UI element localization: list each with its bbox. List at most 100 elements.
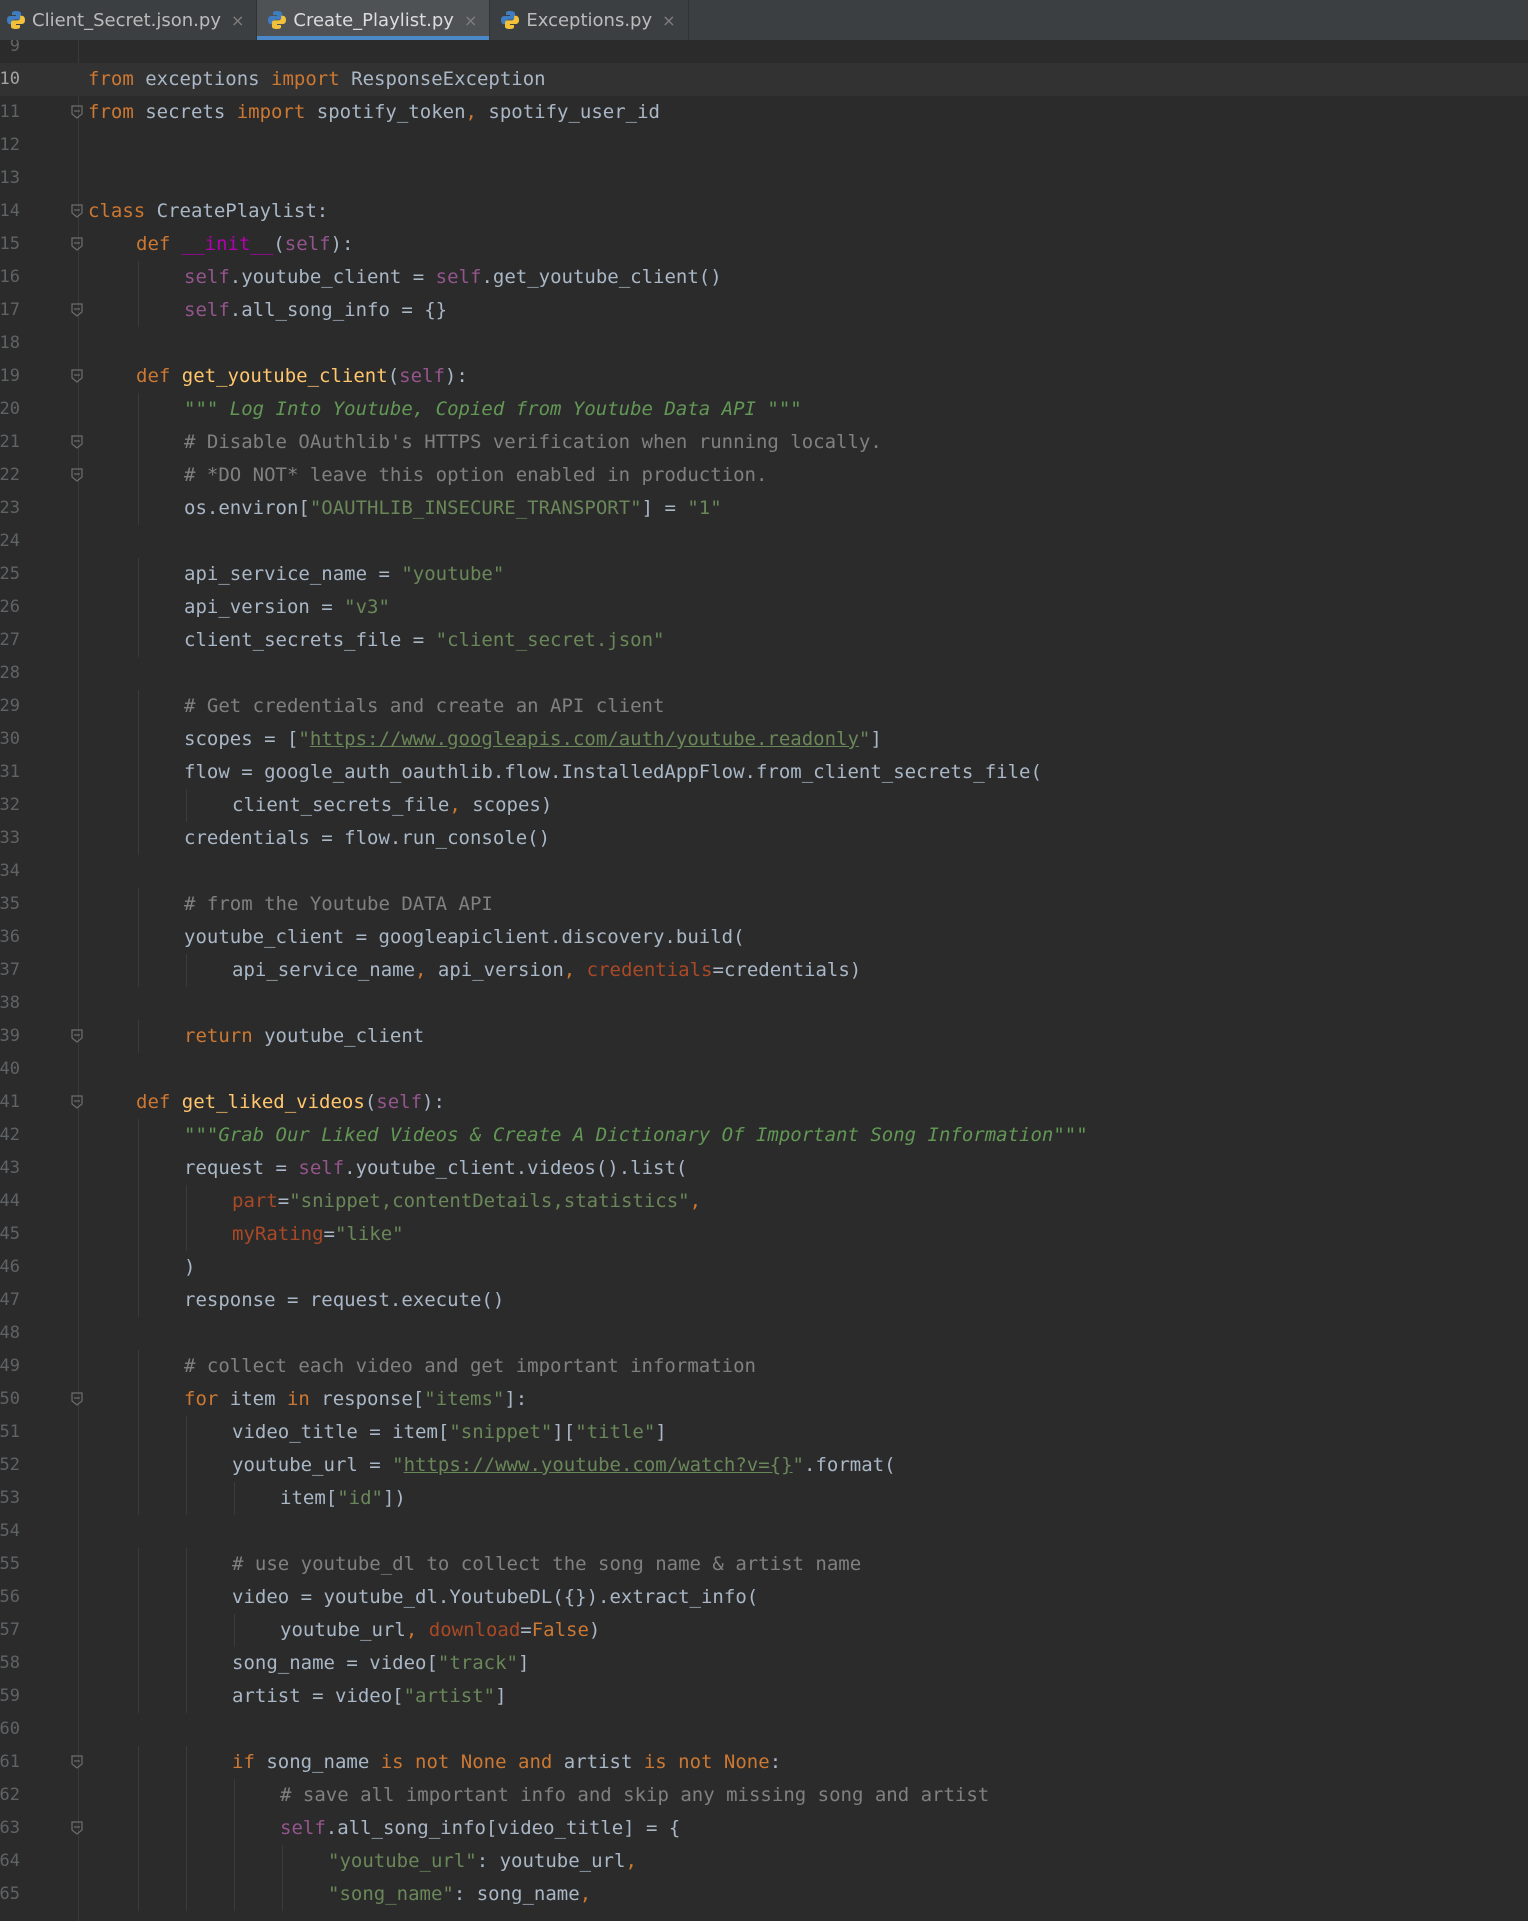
code-token: = [323, 1223, 335, 1245]
code-line[interactable]: 52 youtube_url = "https://www.youtube.com… [0, 1449, 1528, 1482]
indent-guide [138, 492, 139, 525]
code-token: "OAUTHLIB_INSECURE_TRANSPORT" [309, 497, 642, 519]
tab-create-playlist-py[interactable]: Create_Playlist.py × [257, 0, 491, 40]
code-line[interactable]: 37 api_service_name, api_version, credent… [0, 954, 1528, 987]
code-line[interactable]: 51 video_title = item["snippet"]["title"] [0, 1416, 1528, 1449]
code-line[interactable]: 60 [0, 1713, 1528, 1746]
code-line[interactable]: 24 [0, 525, 1528, 558]
fold-marker-icon[interactable] [71, 204, 83, 218]
code-line[interactable]: 55 # use youtube_dl to collect the song n… [0, 1548, 1528, 1581]
fold-marker-icon[interactable] [71, 435, 83, 449]
code-line[interactable]: 38 [0, 987, 1528, 1020]
code-line[interactable]: 25 api_service_name = "youtube" [0, 558, 1528, 591]
code-line[interactable]: 46) [0, 1251, 1528, 1284]
line-number: 10 [0, 69, 20, 89]
fold-marker-icon[interactable] [71, 303, 83, 317]
code-text: # from the Youtube DATA API [184, 888, 493, 921]
code-line[interactable]: 63 self.all_song_info[video_title] = { [0, 1812, 1528, 1845]
fold-marker-icon[interactable] [71, 1821, 83, 1835]
code-token: is not None and [380, 1751, 553, 1773]
code-line[interactable]: 41 def get_liked_videos(self): [0, 1086, 1528, 1119]
code-line[interactable]: 9 [0, 40, 1528, 63]
code-line[interactable]: 56 video = youtube_dl.YoutubeDL({}).extra… [0, 1581, 1528, 1614]
code-line[interactable]: 50 for item in response["items"]: [0, 1383, 1528, 1416]
code-line[interactable]: 22 # *DO NOT* leave this option enabled i… [0, 459, 1528, 492]
code-line[interactable]: 35 # from the Youtube DATA API [0, 888, 1528, 921]
close-icon[interactable]: × [231, 11, 244, 30]
code-text: song_name = video["track"] [232, 1647, 529, 1680]
code-line[interactable]: 47 response = request.execute() [0, 1284, 1528, 1317]
code-line[interactable]: 57 youtube_url, download=False) [0, 1614, 1528, 1647]
code-line[interactable]: 53 item["id"]) [0, 1482, 1528, 1515]
close-icon[interactable]: × [464, 11, 477, 30]
code-line[interactable]: 16 self.youtube_client = self.get_youtube… [0, 261, 1528, 294]
code-token: # use youtube_dl to collect the song nam… [232, 1553, 862, 1575]
code-line[interactable]: 48 [0, 1317, 1528, 1350]
code-line[interactable]: 28 [0, 657, 1528, 690]
code-token: , [415, 959, 427, 981]
code-line[interactable]: 11 from secrets import spotify_token, spo… [0, 96, 1528, 129]
close-icon[interactable]: × [662, 11, 675, 30]
fold-marker-icon[interactable] [71, 468, 83, 482]
code-line[interactable]: 34 [0, 855, 1528, 888]
code-line[interactable]: 13 [0, 162, 1528, 195]
code-line[interactable]: 21 # Disable OAuthlib's HTTPS verificatio… [0, 426, 1528, 459]
code-line[interactable]: 44 part="snippet,contentDetails,statistic… [0, 1185, 1528, 1218]
code-line[interactable]: 26 api_version = "v3" [0, 591, 1528, 624]
code-line[interactable]: 18 [0, 327, 1528, 360]
code-line[interactable]: 31 flow = google_auth_oauthlib.flow.Insta… [0, 756, 1528, 789]
line-number: 27 [0, 630, 20, 650]
code-line[interactable]: 20 """ Log Into Youtube, Copied from Yout… [0, 393, 1528, 426]
code-token: get_youtube_client [181, 365, 388, 387]
code-line[interactable]: 10 from exceptions import ResponseExcepti… [0, 63, 1528, 96]
indent-guide [138, 1119, 139, 1152]
code-line[interactable]: 43 request = self.youtube_client.videos()… [0, 1152, 1528, 1185]
tab-exceptions-py[interactable]: Exceptions.py × [490, 0, 689, 40]
code-line[interactable]: 36 youtube_client = googleapiclient.disco… [0, 921, 1528, 954]
code-line[interactable]: 62 # save all important info and skip any… [0, 1779, 1528, 1812]
code-line[interactable]: 17 self.all_song_info = {} [0, 294, 1528, 327]
code-line[interactable]: 32 client_secrets_file, scopes) [0, 789, 1528, 822]
code-line[interactable]: 61 if song_name is not None and artist is… [0, 1746, 1528, 1779]
line-number: 52 [0, 1455, 20, 1475]
code-line[interactable]: 59 artist = video["artist"] [0, 1680, 1528, 1713]
code-line[interactable]: 15 def __init__(self): [0, 228, 1528, 261]
code-editor[interactable]: 9 10 from exceptions import ResponseExcept… [0, 40, 1528, 1921]
code-line[interactable]: 30 scopes = ["https://www.googleapis.com/… [0, 723, 1528, 756]
code-line[interactable]: 40 [0, 1053, 1528, 1086]
code-line[interactable]: 64 "youtube_url": youtube_url, [0, 1845, 1528, 1878]
indent-guide [138, 1152, 139, 1185]
code-line[interactable]: 33 credentials = flow.run_console() [0, 822, 1528, 855]
code-line[interactable]: 39 return youtube_client [0, 1020, 1528, 1053]
fold-marker-icon[interactable] [71, 369, 83, 383]
code-line[interactable]: 14 class CreatePlaylist: [0, 195, 1528, 228]
line-number: 13 [0, 168, 20, 188]
code-token: self [298, 1157, 345, 1179]
code-token[interactable]: https://www.youtube.com/watch?v={} [404, 1454, 793, 1476]
python-file-icon [7, 11, 25, 29]
code-token: secrets [133, 101, 237, 123]
code-line[interactable]: 54 [0, 1515, 1528, 1548]
code-line[interactable]: 49 # collect each video and get important… [0, 1350, 1528, 1383]
code-line[interactable]: 42 """Grab Our Liked Videos & Create A Di… [0, 1119, 1528, 1152]
fold-marker-icon[interactable] [71, 1095, 83, 1109]
indent-guide [138, 1614, 139, 1647]
code-token: : song_name [453, 1883, 580, 1905]
tab-client-secret-json-py[interactable]: Client_Secret.json.py × [0, 0, 258, 40]
fold-marker-icon[interactable] [71, 1392, 83, 1406]
code-line[interactable]: 65 "song_name": song_name, [0, 1878, 1528, 1911]
fold-marker-icon[interactable] [71, 237, 83, 251]
code-line[interactable]: 23 os.environ["OAUTHLIB_INSECURE_TRANSPOR… [0, 492, 1528, 525]
fold-marker-icon[interactable] [71, 105, 83, 119]
code-line[interactable]: 27 client_secrets_file = "client_secret.j… [0, 624, 1528, 657]
code-line[interactable]: 29 # Get credentials and create an API cl… [0, 690, 1528, 723]
fold-marker-icon[interactable] [71, 1755, 83, 1769]
indent-guide [234, 1779, 235, 1812]
code-token[interactable]: https://www.googleapis.com/auth/youtube.… [310, 728, 859, 750]
code-line[interactable]: 45 myRating="like" [0, 1218, 1528, 1251]
code-line[interactable]: 12 [0, 129, 1528, 162]
fold-marker-icon[interactable] [71, 1029, 83, 1043]
code-line[interactable]: 58 song_name = video["track"] [0, 1647, 1528, 1680]
code-token: youtube_client = googleapiclient.discove… [184, 926, 745, 948]
code-line[interactable]: 19 def get_youtube_client(self): [0, 360, 1528, 393]
